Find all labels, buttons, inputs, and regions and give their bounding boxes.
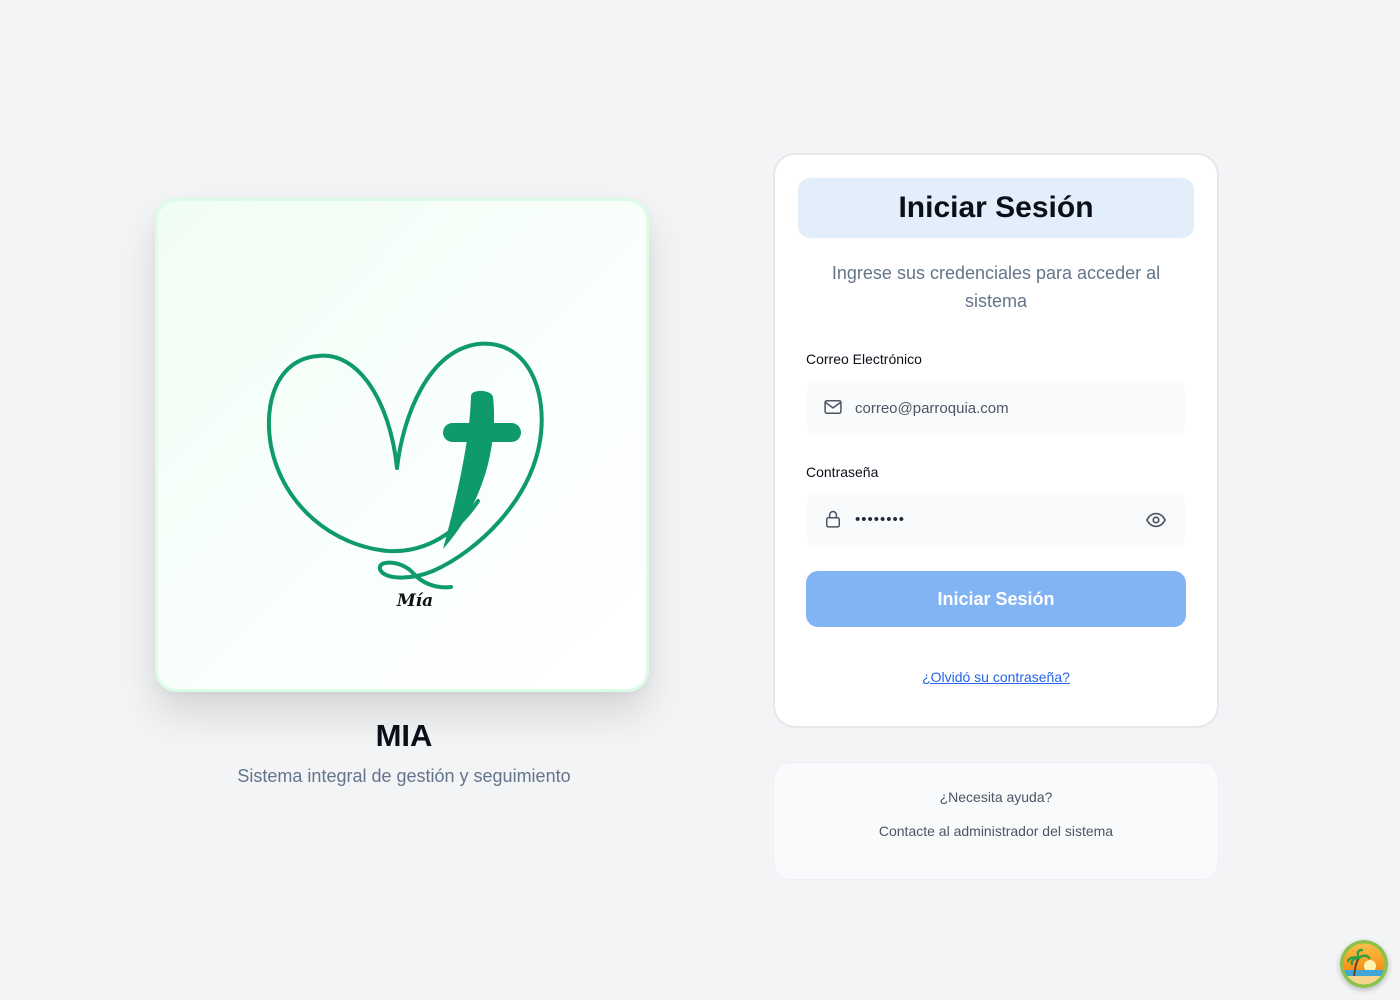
password-label: Contraseña	[806, 464, 879, 480]
beach-avatar-icon[interactable]	[1340, 940, 1388, 988]
forgot-password-link[interactable]: ¿Olvidó su contraseña?	[775, 669, 1217, 685]
eye-icon[interactable]	[1145, 509, 1167, 531]
mia-logo-icon: Mía	[266, 341, 544, 611]
submit-button[interactable]: Iniciar Sesión	[806, 571, 1186, 627]
logo-cross-vertical	[443, 390, 495, 549]
logo-caption: Mía	[396, 591, 433, 611]
logo-heart-stroke	[266, 353, 480, 554]
email-field[interactable]	[807, 381, 1185, 435]
help-card: ¿Necesita ayuda? Contacte al administrad…	[773, 762, 1219, 880]
password-field[interactable]: ••••••••	[807, 493, 1185, 547]
logo-cross-horizontal	[443, 423, 521, 442]
email-label: Correo Electrónico	[806, 351, 922, 367]
brand-title: MIA	[375, 718, 433, 753]
login-description: Ingrese sus credenciales para acceder al…	[831, 263, 1161, 311]
brand-subtitle: Sistema integral de gestión y seguimient…	[237, 766, 571, 786]
email-input[interactable]	[855, 381, 1135, 435]
logo-card: Mía	[155, 198, 649, 692]
password-input[interactable]: ••••••••	[855, 493, 905, 547]
login-header: Iniciar Sesión	[798, 178, 1194, 238]
login-heading: Iniciar Sesión	[898, 191, 1094, 224]
mail-icon	[824, 400, 842, 414]
help-title: ¿Necesita ayuda?	[939, 789, 1053, 805]
help-text: Contacte al administrador del sistema	[878, 823, 1114, 839]
login-card: Iniciar Sesión Ingrese sus credenciales …	[773, 153, 1219, 728]
lock-icon	[826, 510, 840, 528]
